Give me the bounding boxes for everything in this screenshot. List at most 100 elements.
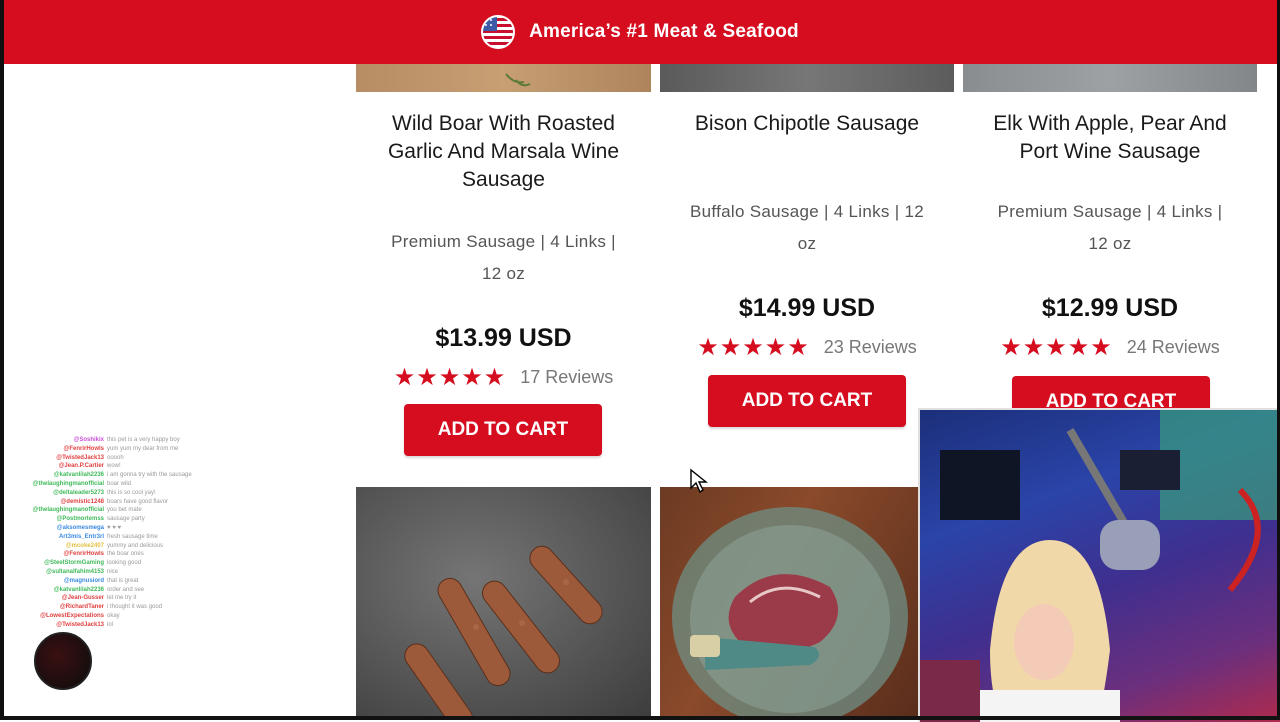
product-card-wild-boar: Wild Boar With Roasted Garlic And Marsal…	[356, 110, 651, 392]
banner-title: America’s #1 Meat & Seafood	[529, 21, 799, 42]
star-rating-icon: ★★★★★	[1000, 334, 1113, 361]
chat-text: this is so cool yay!	[107, 489, 156, 496]
chat-text: you bet mate	[107, 507, 142, 514]
chat-username: @magnusiord	[63, 577, 104, 584]
chat-message: @katvanlilah2236 i am gonna try with the …	[28, 471, 248, 480]
add-to-cart-button[interactable]: ADD TO CART	[708, 375, 906, 427]
review-count: 23 Reviews	[823, 337, 917, 357]
chat-message: @Postmortemss sausage party	[28, 515, 248, 524]
chat-message: @magnusiord that is great	[28, 577, 248, 586]
chat-message: @aksomesmega ♥ ♥ ♥	[28, 524, 248, 533]
chat-username: @deltaleader5273	[53, 489, 104, 496]
product-name[interactable]: Elk With Apple, Pear And	[963, 110, 1257, 138]
chat-username: @TwistedJack13	[56, 454, 104, 461]
chat-avatar	[34, 632, 92, 690]
chat-text: okay	[107, 612, 120, 619]
chat-username: @Soshikix	[73, 437, 104, 443]
product-meta: Buffalo Sausage | 4 Links | 12	[690, 202, 924, 221]
window-frame-left	[0, 0, 4, 720]
chat-username: @Jean-Gusser	[61, 595, 104, 602]
chat-message: @Soshikix this pet is a very happy boy	[28, 436, 248, 445]
product-meta: Premium Sausage | 4 Links |	[391, 232, 616, 251]
star-rating-icon: ★★★★★	[393, 364, 507, 391]
chat-username: @FenrirHowls	[63, 445, 104, 452]
chat-username: @FenrirHowls	[63, 551, 104, 558]
chat-username: @Jean.P.Cartier	[58, 463, 104, 470]
product-image-top-elk[interactable]	[963, 64, 1257, 92]
chat-username: @katvanlilah2236	[53, 586, 104, 593]
chat-message: @mcoke2407 yummy and delicious	[28, 542, 248, 551]
chat-username: @demistic1248	[60, 498, 104, 505]
chat-text: ♥ ♥ ♥	[107, 524, 122, 531]
chat-text: ooooh	[107, 454, 124, 461]
product-image-steak-board[interactable]	[660, 487, 918, 716]
chat-message: @RichardTaner i thought it was good	[28, 603, 248, 612]
product-rating[interactable]: ★★★★★ 17 Reviews	[356, 363, 651, 392]
product-name[interactable]: Wild Boar With Roasted	[356, 110, 651, 138]
product-meta: oz	[797, 234, 817, 253]
streamer-webcam	[918, 408, 1280, 722]
chat-username: @thelaughingmanofficial	[32, 480, 104, 487]
chat-text: let me try it	[107, 595, 137, 602]
chat-message: @Jean.P.Cartier wow!	[28, 462, 248, 471]
product-meta: 12 oz	[481, 264, 526, 283]
chat-message: @TwistedJack13 ooooh	[28, 454, 248, 463]
chat-message: @sultanalfahim4153 nice	[28, 568, 248, 577]
chat-text: this pet is a very happy boy	[107, 437, 180, 443]
chat-username: @aksomesmega	[56, 524, 104, 531]
chat-username: @RichardTaner	[59, 604, 104, 611]
chat-text: sausage party	[107, 516, 145, 523]
chat-username: @LowestExpectations	[40, 612, 104, 619]
chat-text: boars have good flavor	[107, 498, 169, 505]
stream-chat-overlay: @Soshikix this pet is a very happy boy @Fe…	[28, 436, 248, 630]
product-name[interactable]: Port Wine Sausage	[963, 138, 1257, 166]
chat-text: i am gonna try with the sausage	[107, 472, 192, 479]
chat-message: @LowestExpectations okay	[28, 612, 248, 621]
chat-username: @SteelStormGaming	[44, 560, 104, 567]
product-card-bison: Bison Chipotle Sausage Buffalo Sausage |…	[660, 110, 954, 362]
product-name[interactable]: Sausage	[356, 166, 651, 194]
chat-text: looking good	[107, 560, 142, 567]
chat-username: Art3mis_Entr3rl	[58, 533, 104, 540]
chat-text: fresh sausage time	[107, 533, 158, 540]
chat-username: @mcoke2407	[65, 542, 104, 549]
promo-banner: America’s #1 Meat & Seafood	[0, 0, 1280, 64]
product-rating[interactable]: ★★★★★ 24 Reviews	[963, 333, 1257, 362]
chat-text: nice	[107, 568, 119, 575]
add-to-cart-button[interactable]: ADD TO CART	[404, 404, 602, 456]
product-price: $13.99 USD	[435, 324, 572, 352]
chat-username: @sultanalfahim4153	[46, 568, 104, 575]
product-name[interactable]: Garlic And Marsala Wine	[356, 138, 651, 166]
product-image-top-wild-boar[interactable]	[356, 64, 651, 92]
chat-text: lol	[107, 621, 114, 628]
chat-message: @FenrirHowls the boar ones	[28, 550, 248, 559]
chat-message: Art3mis_Entr3rl fresh sausage time	[28, 533, 248, 542]
chat-username: @TwistedJack13	[56, 621, 104, 628]
chat-message: @Jean-Gusser let me try it	[28, 594, 248, 603]
product-meta: Premium Sausage | 4 Links |	[997, 202, 1223, 221]
chat-text: boar wild	[107, 480, 132, 487]
product-image-top-bison[interactable]	[660, 64, 954, 92]
chat-username: @thelaughingmanofficial	[32, 507, 104, 514]
product-name[interactable]: Bison Chipotle Sausage	[660, 110, 954, 138]
product-rating[interactable]: ★★★★★ 23 Reviews	[660, 333, 954, 362]
chat-message: @thelaughingmanofficial you bet mate	[28, 506, 248, 515]
chat-message: @thelaughingmanofficial boar wild	[28, 480, 248, 489]
review-count: 17 Reviews	[520, 367, 614, 387]
chat-message: @TwistedJack13 lol	[28, 621, 248, 630]
chat-message: @SteelStormGaming looking good	[28, 559, 248, 568]
chat-message: @katvanlilah2236 order and see	[28, 586, 248, 595]
chat-message: @FenrirHowls yum yum my dear from me	[28, 445, 248, 454]
chat-text: the boar ones	[107, 551, 144, 558]
chat-text: i thought it was good	[107, 604, 163, 611]
chat-username: @katvanlilah2236	[53, 472, 104, 479]
chat-text: yummy and delicious	[107, 542, 164, 549]
star-rating-icon: ★★★★★	[697, 334, 810, 361]
chat-message: @demistic1248 boars have good flavor	[28, 498, 248, 507]
us-flag-icon	[481, 15, 516, 49]
product-image-sausage-links[interactable]	[356, 487, 651, 716]
chat-message: @deltaleader5273 this is so cool yay!	[28, 489, 248, 498]
mouse-cursor-icon	[690, 468, 708, 494]
chat-text: wow!	[107, 463, 121, 470]
chat-text: yum yum my dear from me	[107, 445, 179, 452]
